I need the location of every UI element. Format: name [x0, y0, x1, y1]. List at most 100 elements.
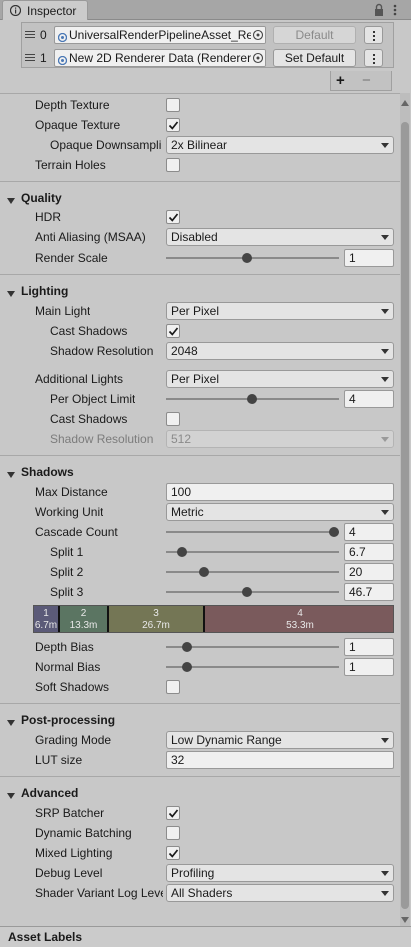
more-options-icon[interactable]: [393, 3, 407, 17]
label-render-scale: Render Scale: [35, 251, 108, 265]
label-opaque-texture: Opaque Texture: [35, 118, 121, 132]
renderer-field-1[interactable]: New 2D Renderer Data (Renderer2DData): [54, 49, 266, 67]
dropdown-additional-shadow-resolution[interactable]: 512: [166, 430, 394, 448]
dropdown-additional-lights[interactable]: Per Pixel: [166, 370, 394, 388]
section-header-post-processing[interactable]: Post-processing: [21, 713, 115, 727]
input-per-object-limit[interactable]: 4: [344, 390, 394, 408]
dropdown-grading-mode[interactable]: Low Dynamic Range: [166, 731, 394, 749]
divider: [0, 93, 400, 94]
dropdown-msaa[interactable]: Disabled: [166, 228, 394, 246]
checkbox-dynamic-batching[interactable]: [166, 826, 180, 840]
scroll-down-arrow-icon[interactable]: [401, 912, 409, 926]
slider-handle[interactable]: [199, 567, 209, 577]
checkbox-depth-texture[interactable]: [166, 98, 180, 112]
divider: [0, 181, 400, 182]
dropdown-debug-level[interactable]: Profiling: [166, 864, 394, 882]
object-picker-icon[interactable]: [251, 27, 265, 43]
renderer-index: 0: [40, 28, 47, 42]
input-lut-size[interactable]: 32: [166, 751, 394, 769]
label-depth-bias: Depth Bias: [35, 640, 94, 654]
label-srp-batcher: SRP Batcher: [35, 806, 105, 820]
input-split-2[interactable]: 20: [344, 563, 394, 581]
section-header-shadows[interactable]: Shadows: [21, 465, 74, 479]
label-cast-shadows: Cast Shadows: [50, 324, 128, 338]
label-additional-lights: Additional Lights: [35, 372, 124, 386]
label-additional-shadow-resolution: Shadow Resolution: [50, 432, 154, 446]
divider: [0, 455, 400, 456]
slider-track[interactable]: [166, 531, 339, 533]
slider-handle[interactable]: [329, 527, 339, 537]
dropdown-main-light[interactable]: Per Pixel: [166, 302, 394, 320]
input-render-scale[interactable]: 1: [344, 249, 394, 267]
label-hdr: HDR: [35, 210, 61, 224]
input-split-3[interactable]: 46.7: [344, 583, 394, 601]
checkbox-mixed-lighting[interactable]: [166, 846, 180, 860]
input-depth-bias[interactable]: 1: [344, 638, 394, 656]
add-item-button[interactable]: +: [336, 72, 345, 89]
slider-track[interactable]: [166, 257, 339, 259]
object-picker-icon[interactable]: [251, 50, 265, 66]
input-max-distance[interactable]: 100: [166, 483, 394, 501]
dropdown-shader-variant-log-level[interactable]: All Shaders: [166, 884, 394, 902]
slider-handle[interactable]: [182, 662, 192, 672]
label-per-object-limit: Per Object Limit: [50, 392, 136, 406]
asset-labels-bar[interactable]: Asset Labels: [0, 926, 411, 947]
checkbox-opaque-texture[interactable]: [166, 118, 180, 132]
section-header-advanced[interactable]: Advanced: [21, 786, 78, 800]
drag-handle-icon[interactable]: [25, 54, 35, 61]
label-mixed-lighting: Mixed Lighting: [35, 846, 113, 860]
foldout-arrow-icon[interactable]: [7, 789, 15, 799]
label-split-3: Split 3: [50, 585, 84, 599]
cascade-split-bar: 1 6.7m 2 13.3m 3 26.7m 4 53.3m: [33, 605, 394, 633]
lock-icon[interactable]: [373, 3, 387, 17]
slider-handle[interactable]: [242, 587, 252, 597]
label-shadow-resolution: Shadow Resolution: [50, 344, 154, 358]
cascade-segment-4: 4 53.3m: [205, 606, 393, 632]
divider: [0, 274, 400, 275]
asset-icon: [57, 31, 68, 43]
kebab-menu-icon[interactable]: [364, 26, 383, 44]
dropdown-shadow-resolution[interactable]: 2048: [166, 342, 394, 360]
section-header-quality[interactable]: Quality: [21, 191, 62, 205]
scrollbar-thumb[interactable]: [401, 122, 409, 909]
input-normal-bias[interactable]: 1: [344, 658, 394, 676]
slider-handle[interactable]: [247, 394, 257, 404]
input-cascade-count[interactable]: 4: [344, 523, 394, 541]
asset-labels-title: Asset Labels: [8, 930, 83, 944]
slider-handle[interactable]: [242, 253, 252, 263]
label-soft-shadows: Soft Shadows: [35, 680, 110, 694]
info-icon: [9, 4, 22, 17]
label-split-1: Split 1: [50, 545, 84, 559]
dropdown-working-unit[interactable]: Metric: [166, 503, 394, 521]
slider-handle[interactable]: [182, 642, 192, 652]
slider-track[interactable]: [166, 571, 339, 573]
input-split-1[interactable]: 6.7: [344, 543, 394, 561]
label-working-unit: Working Unit: [35, 505, 104, 519]
slider-handle[interactable]: [177, 547, 187, 557]
dropdown-opaque-downsampling[interactable]: 2x Bilinear: [166, 136, 394, 154]
slider-track[interactable]: [166, 591, 339, 593]
checkbox-srp-batcher[interactable]: [166, 806, 180, 820]
tab-inspector[interactable]: Inspector: [2, 0, 88, 20]
checkbox-hdr[interactable]: [166, 210, 180, 224]
section-header-lighting[interactable]: Lighting: [21, 284, 68, 298]
checkbox-terrain-holes[interactable]: [166, 158, 180, 172]
label-opaque-downsampling: Opaque Downsampling: [50, 138, 162, 152]
foldout-arrow-icon[interactable]: [7, 468, 15, 478]
drag-handle-icon[interactable]: [25, 31, 35, 38]
checkbox-soft-shadows[interactable]: [166, 680, 180, 694]
label-cascade-count: Cascade Count: [35, 525, 118, 539]
scroll-up-arrow-icon[interactable]: [401, 95, 409, 109]
renderer-field-0[interactable]: UniversalRenderPipelineAsset_Renderer: [54, 26, 266, 44]
slider-track[interactable]: [166, 551, 339, 553]
foldout-arrow-icon[interactable]: [7, 716, 15, 726]
foldout-arrow-icon[interactable]: [7, 194, 15, 204]
kebab-menu-icon[interactable]: [364, 49, 383, 67]
renderer-index: 1: [40, 51, 47, 65]
checkbox-cast-shadows[interactable]: [166, 324, 180, 338]
foldout-arrow-icon[interactable]: [7, 287, 15, 297]
checkbox-additional-cast-shadows[interactable]: [166, 412, 180, 426]
remove-item-button[interactable]: −: [362, 72, 371, 89]
default-button[interactable]: Default: [273, 26, 356, 44]
set-default-button[interactable]: Set Default: [273, 49, 356, 67]
